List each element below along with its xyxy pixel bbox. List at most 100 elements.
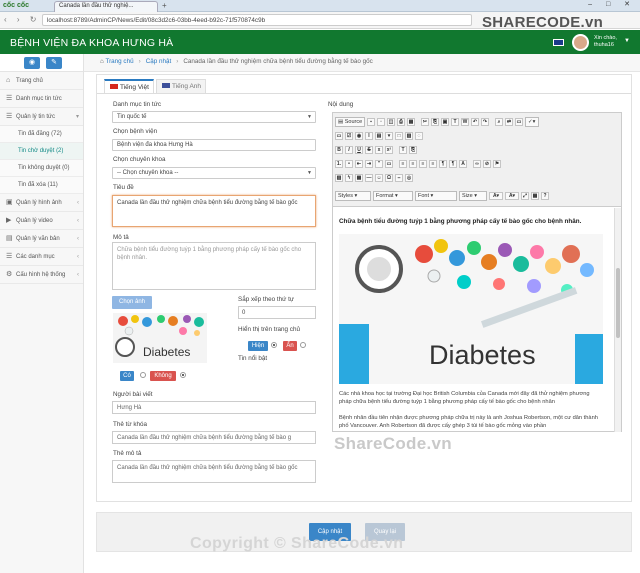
user-greeting[interactable]: Xin chào, thuha16 (594, 35, 617, 49)
rtl-icon[interactable]: ¶ (449, 160, 457, 168)
checkbox-icon[interactable]: ☑ (345, 132, 353, 140)
window-controls[interactable]: – □ ✕ (588, 0, 636, 8)
copy-icon[interactable]: ⎘ (431, 118, 439, 126)
numbered-list-icon[interactable]: 1. (335, 160, 343, 168)
no-radio[interactable] (180, 372, 186, 378)
align-center-icon[interactable]: ≡ (409, 160, 417, 168)
special-char-icon[interactable]: Ω (385, 174, 393, 182)
subscript-icon[interactable]: x (375, 146, 383, 154)
select-field-icon[interactable]: ▾ (385, 132, 393, 140)
ltr-icon[interactable]: ¶ (439, 160, 447, 168)
eye-icon[interactable]: ◉ (24, 57, 40, 69)
caret-down-icon[interactable]: ▼ (624, 38, 630, 44)
show-radio[interactable] (271, 342, 277, 348)
uk-flag-icon[interactable] (553, 39, 564, 46)
blockquote-icon[interactable]: " (375, 160, 383, 168)
sidebar-subitem-pending[interactable]: Tin chờ duyệt (2) (0, 143, 83, 160)
breadcrumb-home[interactable]: Trang chủ (105, 58, 133, 65)
sidebar-item-videos[interactable]: ▶ Quản lý video ‹ (0, 212, 83, 230)
form-icon[interactable]: ▭ (335, 132, 343, 140)
url-field[interactable]: localhost:8789/AdminCP/News/Edit/08c3d2c… (42, 14, 472, 26)
meta-keyword-input[interactable]: Canada lần đầu thử nghiệm chữa bệnh tiểu… (112, 431, 316, 444)
select-all-icon[interactable]: ▭ (515, 118, 523, 126)
source-button[interactable]: ▤ Source (335, 117, 365, 127)
superscript-icon[interactable]: x² (385, 146, 393, 154)
cut-icon[interactable]: ✂ (421, 118, 429, 126)
text-color-icon[interactable]: A▾ (489, 192, 503, 200)
anchor-icon[interactable]: ⚑ (493, 160, 501, 168)
order-input[interactable]: 0 (238, 306, 316, 319)
image-icon[interactable]: ▨ (335, 174, 343, 182)
scrollbar-thumb[interactable] (616, 268, 620, 338)
outdent-icon[interactable]: ⇤ (355, 160, 363, 168)
sidebar-item-news-categories[interactable]: ☰ Danh mục tin tức (0, 90, 83, 108)
link-icon[interactable]: ∞ (473, 160, 481, 168)
sidebar-item-home[interactable]: ⌂ Trang chủ (0, 72, 83, 90)
flash-icon[interactable]: ϟ (345, 174, 353, 182)
bullet-list-icon[interactable]: • (345, 160, 353, 168)
italic-icon[interactable]: I (345, 146, 353, 154)
editor-scrollbar[interactable] (614, 208, 621, 432)
pencil-icon[interactable]: ✎ (46, 57, 62, 69)
print-icon[interactable]: ⎙ (397, 118, 405, 126)
author-input[interactable]: Hưng Hà (112, 401, 316, 414)
paste-icon[interactable]: ▣ (441, 118, 449, 126)
redo-icon[interactable]: ↷ (481, 118, 489, 126)
smiley-icon[interactable]: ☺ (375, 174, 383, 182)
maximize-icon[interactable]: ⤢ (521, 192, 529, 200)
format-dropdown[interactable]: Format ▾ (373, 191, 413, 201)
replace-icon[interactable]: ⇄ (505, 118, 513, 126)
sidebar-item-catalogs[interactable]: ☰ Các danh mục ‹ (0, 248, 83, 266)
nav-buttons[interactable]: ‹ › ↻ (4, 15, 40, 24)
image-button-icon[interactable]: ▨ (405, 132, 413, 140)
show-blocks-icon[interactable]: ▦ (531, 192, 539, 200)
title-textarea[interactable]: Canada lần đầu thử nghiệm chữa bệnh tiểu… (112, 195, 316, 227)
browser-logo[interactable]: cốc cốc (3, 2, 29, 9)
justify-icon[interactable]: ≡ (429, 160, 437, 168)
table-icon[interactable]: ▦ (355, 174, 363, 182)
paste-word-icon[interactable]: W (461, 118, 469, 126)
unlink-icon[interactable]: ⊘ (483, 160, 491, 168)
tab-vietnamese[interactable]: Tiếng Việt (104, 79, 154, 93)
copy-format-icon[interactable]: ⎘ (409, 146, 417, 154)
about-icon[interactable]: ? (541, 192, 549, 200)
spellcheck-button[interactable]: ✓▾ (525, 117, 539, 127)
breadcrumb-update[interactable]: Cập nhật (146, 58, 172, 65)
iframe-icon[interactable]: ◎ (405, 174, 413, 182)
sidebar-item-settings[interactable]: ⚙ Cấu hình hệ thống ‹ (0, 266, 83, 284)
paste-text-icon[interactable]: T (451, 118, 459, 126)
styles-dropdown[interactable]: Styles ▾ (335, 191, 371, 201)
choose-image-button[interactable]: Chọn ảnh (112, 296, 152, 309)
tab-english[interactable]: Tiếng Anh (156, 79, 206, 93)
hospital-select[interactable]: Bệnh viện đa khoa Hưng Hà (112, 139, 316, 151)
button-field-icon[interactable]: □ (395, 132, 403, 140)
font-dropdown[interactable]: Font ▾ (415, 191, 457, 201)
align-right-icon[interactable]: ≡ (419, 160, 427, 168)
indent-icon[interactable]: ⇥ (365, 160, 373, 168)
meta-description-textarea[interactable]: Canada lần đầu thử nghiệm chữa bệnh tiểu… (112, 460, 316, 483)
strike-icon[interactable]: S (365, 146, 373, 154)
templates-icon[interactable]: ▦ (407, 118, 415, 126)
bg-color-icon[interactable]: A▾ (505, 192, 519, 200)
preview-icon[interactable]: ◫ (387, 118, 395, 126)
new-tab-button[interactable]: + (162, 1, 167, 10)
avatar[interactable] (572, 34, 589, 51)
editor-content[interactable]: Chữa bệnh tiểu đường tuýp 1 bằng phương … (333, 208, 613, 432)
horizontal-line-icon[interactable]: — (365, 174, 373, 182)
save-icon[interactable]: ▪ (367, 118, 375, 126)
new-page-icon[interactable]: ▫ (377, 118, 385, 126)
sidebar-subitem-rejected[interactable]: Tin không duyệt (0) (0, 160, 83, 177)
language-icon[interactable]: A (459, 160, 467, 168)
hidden-field-icon[interactable]: ◌ (415, 132, 423, 140)
description-textarea[interactable]: Chữa bệnh tiểu đường tuýp 1 bằng phương … (112, 242, 316, 290)
category-select[interactable]: Tin quốc tế ▼ (112, 111, 316, 123)
yes-radio[interactable] (140, 372, 146, 378)
specialty-select[interactable]: -- Chọn chuyên khoa -- ▼ (112, 167, 316, 179)
underline-icon[interactable]: U (355, 146, 363, 154)
undo-icon[interactable]: ↶ (471, 118, 479, 126)
sidebar-subitem-deleted[interactable]: Tin đã xóa (11) (0, 177, 83, 194)
textarea-icon[interactable]: ▤ (375, 132, 383, 140)
div-icon[interactable]: ▭ (385, 160, 393, 168)
page-break-icon[interactable]: ⎯ (395, 174, 403, 182)
hide-radio[interactable] (300, 342, 306, 348)
